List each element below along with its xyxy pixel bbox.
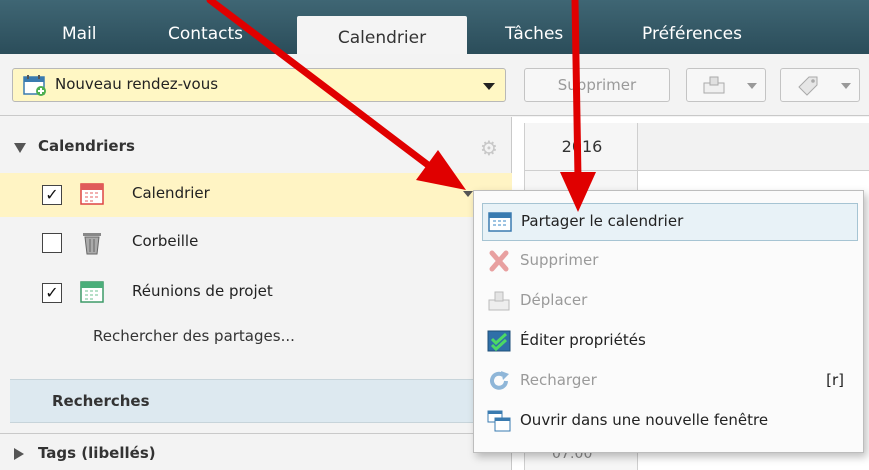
calendar-red-icon: [80, 182, 104, 210]
search-shares-link[interactable]: Rechercher des partages...: [93, 327, 295, 345]
menu-item-edit-properties[interactable]: Éditer propriétés: [482, 323, 858, 361]
calendar-context-menu: Partager le calendrier Supprimer Déplace…: [473, 190, 864, 453]
calendar-checkbox[interactable]: ✓: [42, 185, 62, 205]
tab-calendar[interactable]: Calendrier: [297, 16, 467, 54]
new-appointment-button[interactable]: Nouveau rendez-vous: [12, 68, 506, 102]
calendar-item-corbeille[interactable]: Corbeille: [0, 221, 512, 265]
expand-triangle-icon[interactable]: [14, 448, 24, 460]
move-icon: [487, 290, 511, 316]
tab-preferences[interactable]: Préférences: [642, 20, 742, 54]
searches-section-header[interactable]: Recherches: [10, 379, 510, 423]
menu-item-label: Éditer propriétés: [520, 331, 646, 349]
delete-button[interactable]: Supprimer: [524, 68, 670, 102]
menu-item-delete[interactable]: Supprimer: [482, 243, 858, 281]
menu-item-shortcut: [r]: [826, 371, 844, 389]
app-tab-bar: Mail Contacts Calendrier Tâches Préféren…: [0, 0, 869, 54]
tab-tasks[interactable]: Tâches: [505, 20, 563, 54]
tags-section-header[interactable]: Tags (libellés): [0, 433, 512, 470]
reload-icon: [487, 370, 511, 396]
calendar-name: Réunions de projet: [132, 282, 273, 300]
move-icon: [701, 74, 727, 100]
move-dropdown-button[interactable]: [686, 68, 766, 102]
calendar-share-icon: [488, 211, 512, 237]
searches-header-label: Recherches: [52, 392, 150, 410]
calendar-checkbox[interactable]: ✓: [42, 283, 62, 303]
calendar-checkbox[interactable]: [42, 233, 62, 253]
toolbar: Nouveau rendez-vous Supprimer: [0, 54, 869, 116]
menu-item-open-new-window[interactable]: Ouvrir dans une nouvelle fenêtre: [482, 403, 858, 441]
tab-contacts[interactable]: Contacts: [168, 20, 243, 54]
menu-item-share-calendar[interactable]: Partager le calendrier: [482, 203, 858, 241]
year-label: 2016: [525, 123, 639, 171]
menu-item-label: Ouvrir dans une nouvelle fenêtre: [520, 411, 769, 429]
calendar-item-calendrier[interactable]: ✓ Calendrier: [0, 173, 512, 217]
calendar-name: Corbeille: [132, 232, 199, 250]
calendars-section-header[interactable]: Calendriers ⚙: [0, 127, 512, 167]
calendar-options-chevron-icon[interactable]: [463, 191, 473, 197]
menu-item-label: Recharger: [520, 371, 597, 389]
menu-item-label: Supprimer: [520, 251, 599, 269]
calendars-header-label: Calendriers: [38, 137, 135, 155]
new-window-icon: [487, 410, 511, 436]
menu-item-move[interactable]: Déplacer: [482, 283, 858, 321]
tab-mail[interactable]: Mail: [62, 20, 97, 54]
day-header-strip: [638, 123, 869, 171]
gear-icon[interactable]: ⚙: [480, 136, 498, 160]
calendar-green-icon: [80, 280, 104, 308]
menu-item-label: Déplacer: [520, 291, 588, 309]
delete-x-icon: [487, 250, 511, 276]
trash-icon: [80, 230, 104, 260]
sidebar: Calendriers ⚙ ✓ Calendrier Corbeille ✓ R…: [0, 117, 512, 470]
menu-item-label: Partager le calendrier: [521, 212, 684, 230]
tag-icon: [795, 74, 821, 100]
tag-dropdown-button[interactable]: [780, 68, 860, 102]
collapse-triangle-icon[interactable]: [14, 143, 26, 153]
calendar-item-reunions-de-projet[interactable]: ✓ Réunions de projet: [0, 271, 512, 315]
menu-item-reload[interactable]: Recharger [r]: [482, 363, 858, 401]
chevron-down-icon: [841, 83, 851, 89]
chevron-down-icon[interactable]: [483, 83, 495, 90]
new-appointment-label: Nouveau rendez-vous: [55, 75, 219, 93]
edit-properties-icon: [487, 330, 511, 356]
calendar-name: Calendrier: [132, 184, 210, 202]
tags-header-label: Tags (libellés): [38, 444, 156, 462]
new-appointment-icon: [23, 74, 47, 100]
chevron-down-icon: [747, 83, 757, 89]
